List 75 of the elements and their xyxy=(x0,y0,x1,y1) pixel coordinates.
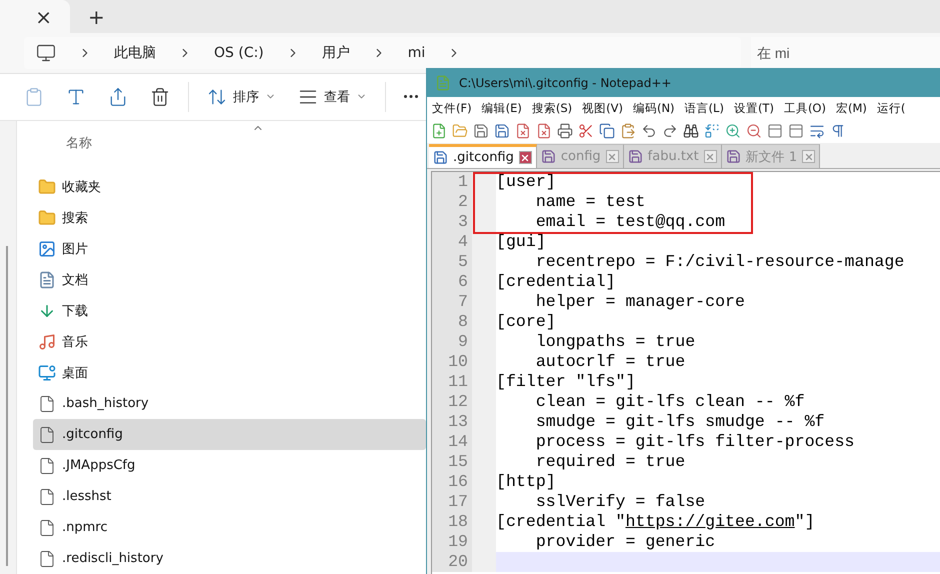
code-line: process = git-lfs filter-process xyxy=(534,432,854,452)
code-line: [credential] xyxy=(496,272,616,292)
file-row[interactable]: .rediscli_history xyxy=(33,543,426,574)
file-row[interactable]: 收藏夹 xyxy=(33,171,426,202)
breadcrumb-item[interactable]: mi xyxy=(408,44,426,61)
menu-item[interactable]: 编辑(E) xyxy=(482,100,522,116)
line-number: 12 xyxy=(432,392,472,412)
line-number: 16 xyxy=(432,472,472,492)
line-number: 18 xyxy=(432,512,472,532)
code-line: provider = generic xyxy=(534,532,716,552)
line-number: 7 xyxy=(432,292,472,312)
code-line: email = test@qq.com xyxy=(534,212,726,232)
code-line: recentrepo = F:/civil-resource-manage xyxy=(534,252,904,272)
line-number: 8 xyxy=(432,312,472,332)
code-line: smudge = git-lfs smudge -- %f xyxy=(534,412,825,432)
explorer-tab[interactable]: × xyxy=(0,0,70,33)
line-number: 19 xyxy=(432,532,472,552)
close-tab-button[interactable]: × xyxy=(35,6,52,26)
file-row[interactable]: 图片 xyxy=(33,233,426,264)
sort-button[interactable]: 排序 xyxy=(203,82,280,111)
file-row[interactable]: .gitconfig xyxy=(33,419,426,450)
breadcrumb-item[interactable]: OS (C:) xyxy=(214,44,264,61)
line-number: 1 xyxy=(432,172,472,192)
menu-item[interactable]: 运行( xyxy=(876,100,906,116)
file-tab[interactable]: .gitconfig xyxy=(429,144,537,168)
file-row[interactable]: .npmrc xyxy=(33,512,426,543)
menu-item[interactable]: 文件(F) xyxy=(432,100,472,116)
line-number: 14 xyxy=(432,432,472,452)
line-number: 15 xyxy=(432,452,472,472)
menu-item[interactable]: 视图(V) xyxy=(582,100,623,116)
file-row[interactable]: 音乐 xyxy=(33,326,426,357)
code-line: [core] xyxy=(496,312,556,332)
menu-item[interactable]: 搜索(S) xyxy=(532,100,572,116)
line-number: 17 xyxy=(432,492,472,512)
new-tab-button[interactable]: + xyxy=(78,7,115,33)
line-number: 9 xyxy=(432,332,472,352)
code-line: [user] xyxy=(496,172,556,192)
code-line: clean = git-lfs clean -- %f xyxy=(534,392,805,412)
window-title: C:\Users\mi\.gitconfig - Notepad++ xyxy=(459,76,672,90)
code-line: sslVerify = false xyxy=(534,492,706,512)
code-line: [gui] xyxy=(496,232,546,252)
file-row[interactable]: 下载 xyxy=(33,295,426,326)
line-number: 4 xyxy=(432,232,472,252)
line-number: 10 xyxy=(432,352,472,372)
file-row[interactable]: .bash_history xyxy=(33,388,426,419)
code-line: autocrlf = true xyxy=(534,352,686,372)
code-line: [filter "lfs"] xyxy=(496,372,636,392)
code-line: longpaths = true xyxy=(534,332,696,352)
breadcrumb-item[interactable]: 用户 xyxy=(322,44,350,62)
menu-item[interactable]: 宏(M) xyxy=(836,100,867,116)
code-line: helper = manager-core xyxy=(534,292,745,312)
code-line: required = true xyxy=(534,452,686,472)
line-number: 3 xyxy=(432,212,472,232)
column-header[interactable]: 名称 xyxy=(33,125,426,161)
line-number: 20 xyxy=(432,552,472,572)
file-row[interactable]: 桌面 xyxy=(33,357,426,388)
view-button[interactable]: 查看 xyxy=(294,82,371,111)
line-number: 13 xyxy=(432,412,472,432)
line-number: 2 xyxy=(432,192,472,212)
line-number: 5 xyxy=(432,252,472,272)
file-row[interactable]: 搜索 xyxy=(33,202,426,233)
code-line: [http] xyxy=(496,472,556,492)
menu-item[interactable]: 语言(L) xyxy=(684,100,724,116)
menu-item[interactable]: 编码(N) xyxy=(632,100,675,116)
line-number: 6 xyxy=(432,272,472,292)
code-line: name = test xyxy=(534,192,646,212)
menu-item[interactable]: 工具(O) xyxy=(784,100,826,116)
file-row[interactable]: .lesshst xyxy=(33,481,426,512)
menu-item[interactable]: 设置(T) xyxy=(734,100,774,116)
link[interactable]: https://gitee.com xyxy=(625,512,795,531)
code-line: [credential "https://gitee.com"] xyxy=(496,512,815,532)
breadcrumb-item[interactable]: 此电脑 xyxy=(114,44,156,62)
line-number: 11 xyxy=(432,372,472,392)
file-row[interactable]: .JMAppsCfg xyxy=(33,450,426,481)
file-row[interactable]: 文档 xyxy=(33,264,426,295)
